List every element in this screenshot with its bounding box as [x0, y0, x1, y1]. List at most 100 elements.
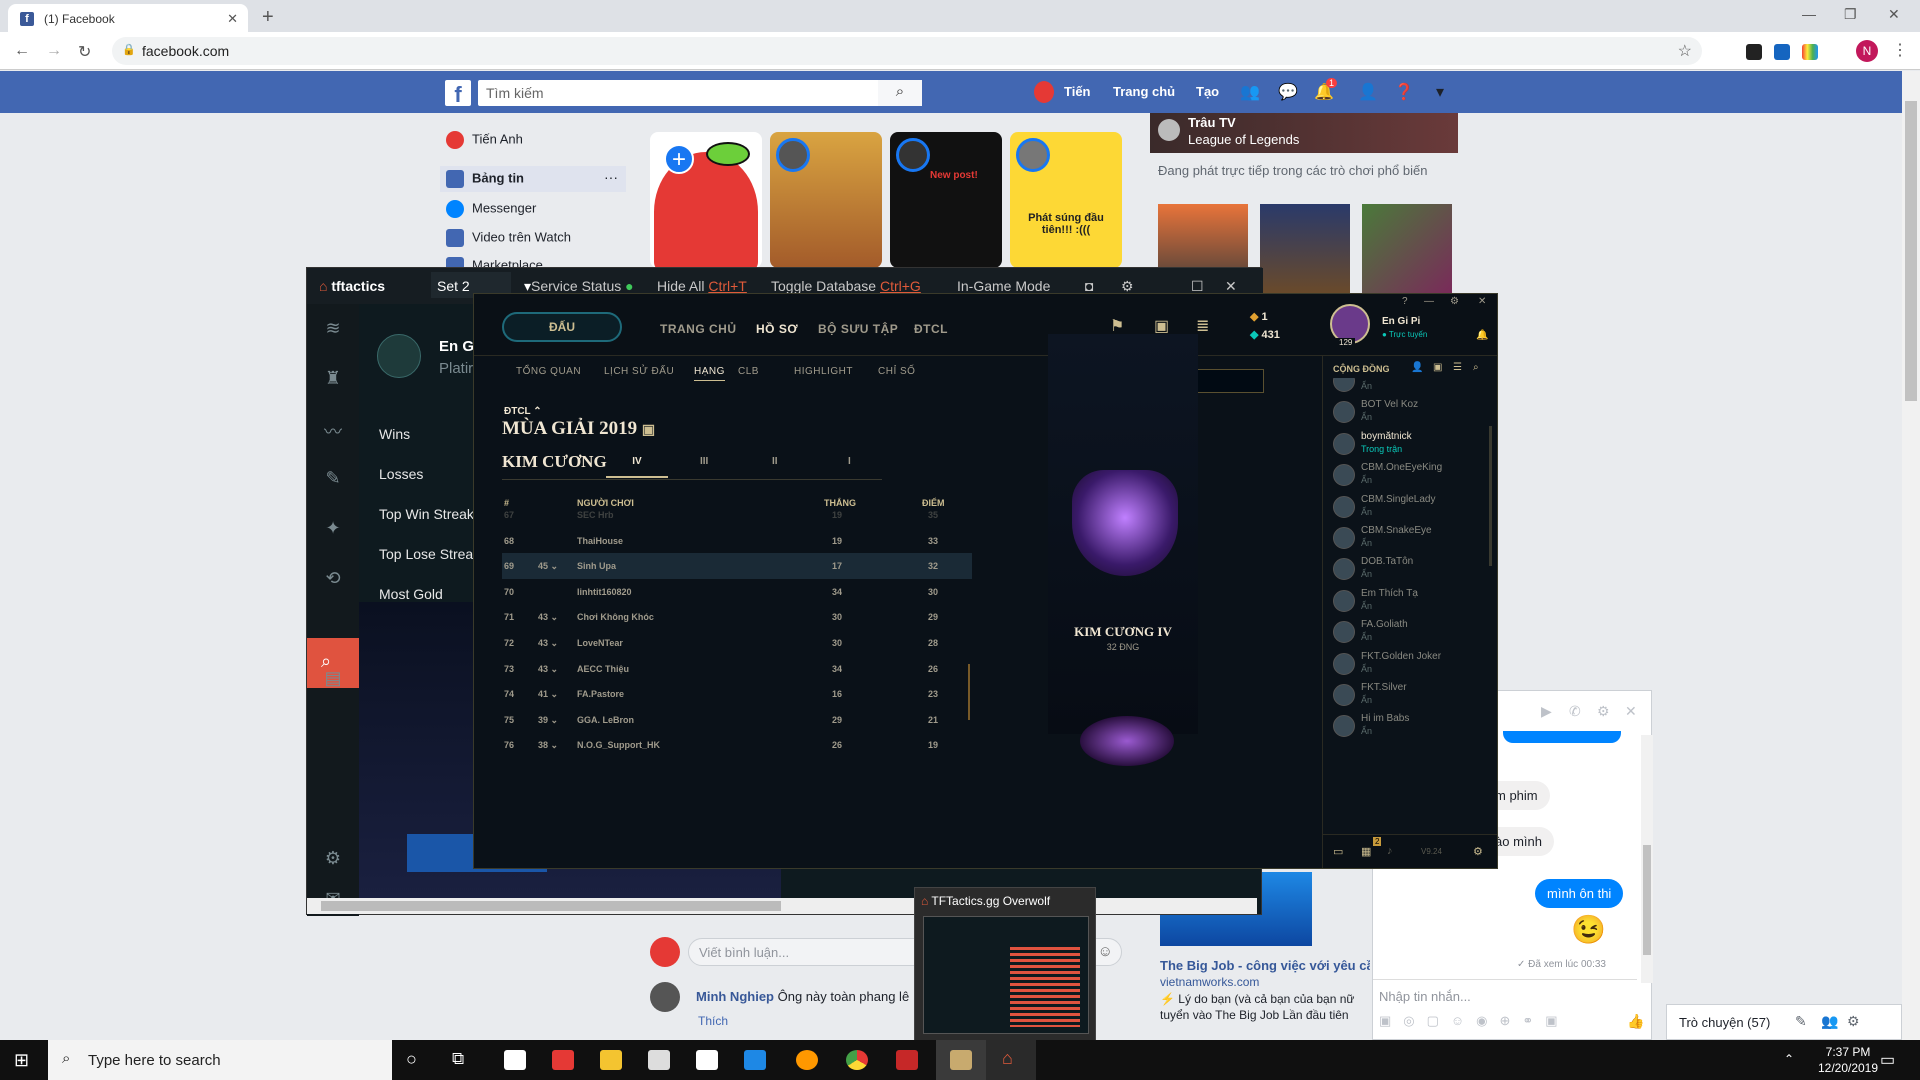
queue-select[interactable]: ĐTCL ⌃	[504, 406, 542, 417]
clock[interactable]: 7:37 PM 12/20/2019	[1808, 1044, 1888, 1076]
table-row[interactable]: 70 linhtit160820 34 30	[502, 579, 972, 605]
task-view-icon[interactable]: ⧉	[452, 1049, 464, 1069]
settings-icon[interactable]: ⚙	[1473, 845, 1483, 858]
nav-tft[interactable]: ĐTCL	[914, 322, 948, 336]
friend-item[interactable]: Em Thích Tạ Ẩn	[1333, 586, 1493, 620]
champion-icon[interactable]: ♜	[321, 368, 345, 392]
store-icon[interactable]	[648, 1050, 670, 1070]
table-row[interactable]: 73 43 ⌄ AECC Thiệu 34 26	[502, 656, 972, 682]
browser-tab[interactable]: f (1) Facebook ✕	[8, 4, 248, 32]
windows-start-icon[interactable]: ⊞	[14, 1050, 29, 1071]
story-card[interactable]	[770, 132, 882, 268]
voice-icon[interactable]: ♪	[1387, 845, 1393, 857]
close-tab-icon[interactable]: ✕	[227, 11, 238, 27]
live-banner[interactable]: Trâu TV League of Legends	[1150, 113, 1458, 153]
game-thumbnail[interactable]	[1362, 204, 1452, 294]
minimize-icon[interactable]: —	[1424, 296, 1434, 307]
group-icon[interactable]: 👥	[1821, 1013, 1838, 1030]
tray-chevron-icon[interactable]: ⌃	[1784, 1052, 1794, 1066]
items-icon[interactable]: ✦	[321, 518, 345, 542]
subnav-stats[interactable]: CHỈ SỐ	[878, 366, 915, 377]
gear-icon[interactable]: ⚙	[1847, 1013, 1860, 1030]
minimize-icon[interactable]: _	[1159, 278, 1167, 294]
nav-home[interactable]: Trang chủ	[1113, 84, 1175, 99]
division-tab-iii[interactable]: III	[700, 456, 708, 467]
account-menu-icon[interactable]: ▾	[1430, 82, 1450, 102]
compose-icon[interactable]: ✎	[1795, 1013, 1807, 1030]
close-icon[interactable]: ✕	[1625, 703, 1637, 720]
friend-item[interactable]: FKT.Silver Ẩn	[1333, 680, 1493, 714]
add-friend-icon[interactable]: 👤	[1411, 362, 1423, 373]
notes-icon[interactable]: ▤	[321, 668, 345, 692]
profile-avatar[interactable]: N	[1856, 40, 1878, 62]
clash-icon[interactable]: ⚑	[1110, 316, 1124, 336]
restore-icon[interactable]: ❐	[1844, 6, 1857, 23]
friend-item[interactable]: DOB.TaTôn Ẩn	[1333, 554, 1493, 588]
comment-author[interactable]: Minh Nghiep	[696, 989, 774, 1004]
chrome-icon[interactable]	[846, 1050, 868, 1070]
friend-item[interactable]: CBM.SnakeEye Ẩn	[1333, 523, 1493, 557]
table-row[interactable]: 69 45 ⌄ Sinh Upa 17 32	[502, 553, 972, 580]
chat-icon[interactable]: ▭	[1333, 845, 1343, 858]
friend-item[interactable]: CBM.SingleLady Ẩn	[1333, 492, 1493, 526]
left-menu-messenger[interactable]: Messenger	[446, 200, 536, 218]
facebook-logo-icon[interactable]: f	[445, 80, 471, 107]
taskbar-preview[interactable]: ⌂ TFTactics.gg Overwolf	[914, 887, 1096, 1042]
subnav-ranked[interactable]: HẠNG	[694, 366, 725, 381]
table-row[interactable]: 76 38 ⌄ N.O.G_Support_HK 26 19	[502, 732, 972, 756]
friend-item[interactable]: boymătnick Trong trận	[1333, 429, 1493, 463]
quick-help-icon[interactable]: 👤	[1358, 82, 1378, 102]
story-card[interactable]: +	[650, 132, 762, 268]
reload-icon[interactable]: ↻	[78, 42, 91, 62]
left-menu-profile[interactable]: Tiến Anh	[446, 131, 523, 149]
mail-icon[interactable]	[696, 1050, 718, 1070]
app-icon[interactable]	[796, 1050, 818, 1070]
subnav-highlights[interactable]: HIGHLIGHT	[794, 366, 853, 377]
friend-item[interactable]: FA.Goliath Ẩn	[1333, 617, 1493, 651]
nav-collection[interactable]: BỘ SƯU TẬP	[818, 322, 898, 336]
missions-icon[interactable]: ▦	[1361, 845, 1371, 858]
notifications-icon[interactable]: 🔔	[1476, 330, 1488, 341]
action-center-icon[interactable]: ▭	[1880, 1050, 1895, 1070]
friend-item[interactable]: BOT Vel Koz Ẩn	[1333, 397, 1493, 431]
taskbar-app-active[interactable]	[936, 1040, 986, 1080]
ad-title[interactable]: The Big Job - công việc với yêu cầ	[1160, 958, 1370, 973]
table-row[interactable]: 72 43 ⌄ LoveNTear 30 28	[502, 630, 972, 656]
avatar[interactable]	[1034, 81, 1054, 103]
hide-all-button[interactable]: Hide All Ctrl+T	[657, 278, 747, 294]
nav-home[interactable]: TRANG CHỦ	[660, 322, 737, 336]
story-card[interactable]: New post!	[890, 132, 1002, 268]
page-scrollbar[interactable]	[1902, 71, 1920, 1041]
subnav-overview[interactable]: TỔNG QUAN	[516, 366, 581, 377]
extension-icon[interactable]	[1802, 44, 1818, 60]
list-icon[interactable]: ☰	[1453, 362, 1462, 373]
close-icon[interactable]: ✕	[1478, 296, 1486, 307]
loot-icon[interactable]: ▣	[1154, 316, 1169, 336]
composer-toolbar-icons[interactable]: ▣◎▢☺◉⊕⚭▣	[1379, 1013, 1570, 1029]
left-menu-watch[interactable]: Video trên Watch	[446, 229, 571, 247]
service-status-button[interactable]: Service Status ●	[531, 278, 634, 294]
layers-icon[interactable]: ≋	[321, 318, 345, 342]
like-icon[interactable]: 👍	[1627, 1013, 1644, 1030]
gear-icon[interactable]: ⚙	[321, 848, 345, 872]
subnav-match-history[interactable]: LỊCH SỬ ĐẤU	[604, 366, 674, 377]
extension-icon[interactable]	[1746, 44, 1762, 60]
help-icon[interactable]: ❓	[1394, 82, 1414, 102]
close-window-icon[interactable]: ✕	[1888, 6, 1900, 23]
friend-item[interactable]: FKT.Golden Joker Ẩn	[1333, 649, 1493, 683]
subnav-clubs[interactable]: CLB	[738, 366, 759, 377]
search-icon[interactable]: ⌕	[1473, 362, 1479, 373]
friend-item[interactable]: CBM.OneEyeKing Ẩn	[1333, 460, 1493, 494]
message-input[interactable]: Nhập tin nhắn...	[1379, 989, 1471, 1004]
emoji-icon[interactable]: ☺	[1098, 943, 1113, 960]
menu-icon[interactable]: ⋮	[1892, 40, 1908, 60]
app-icon[interactable]	[744, 1050, 766, 1070]
feather-icon[interactable]: ✎	[321, 468, 345, 492]
table-row[interactable]: 71 43 ⌄ Chơi Không Khóc 30 29	[502, 604, 972, 630]
facebook-search-input[interactable]: Tìm kiếm ⌕	[478, 80, 922, 106]
nav-create[interactable]: Tạo	[1196, 84, 1219, 99]
division-tab-ii[interactable]: II	[772, 456, 778, 467]
phone-icon[interactable]: ✆	[1569, 703, 1581, 720]
taskbar-app-active[interactable]: ⌂	[986, 1040, 1036, 1080]
division-tab-i[interactable]: I	[848, 456, 851, 467]
